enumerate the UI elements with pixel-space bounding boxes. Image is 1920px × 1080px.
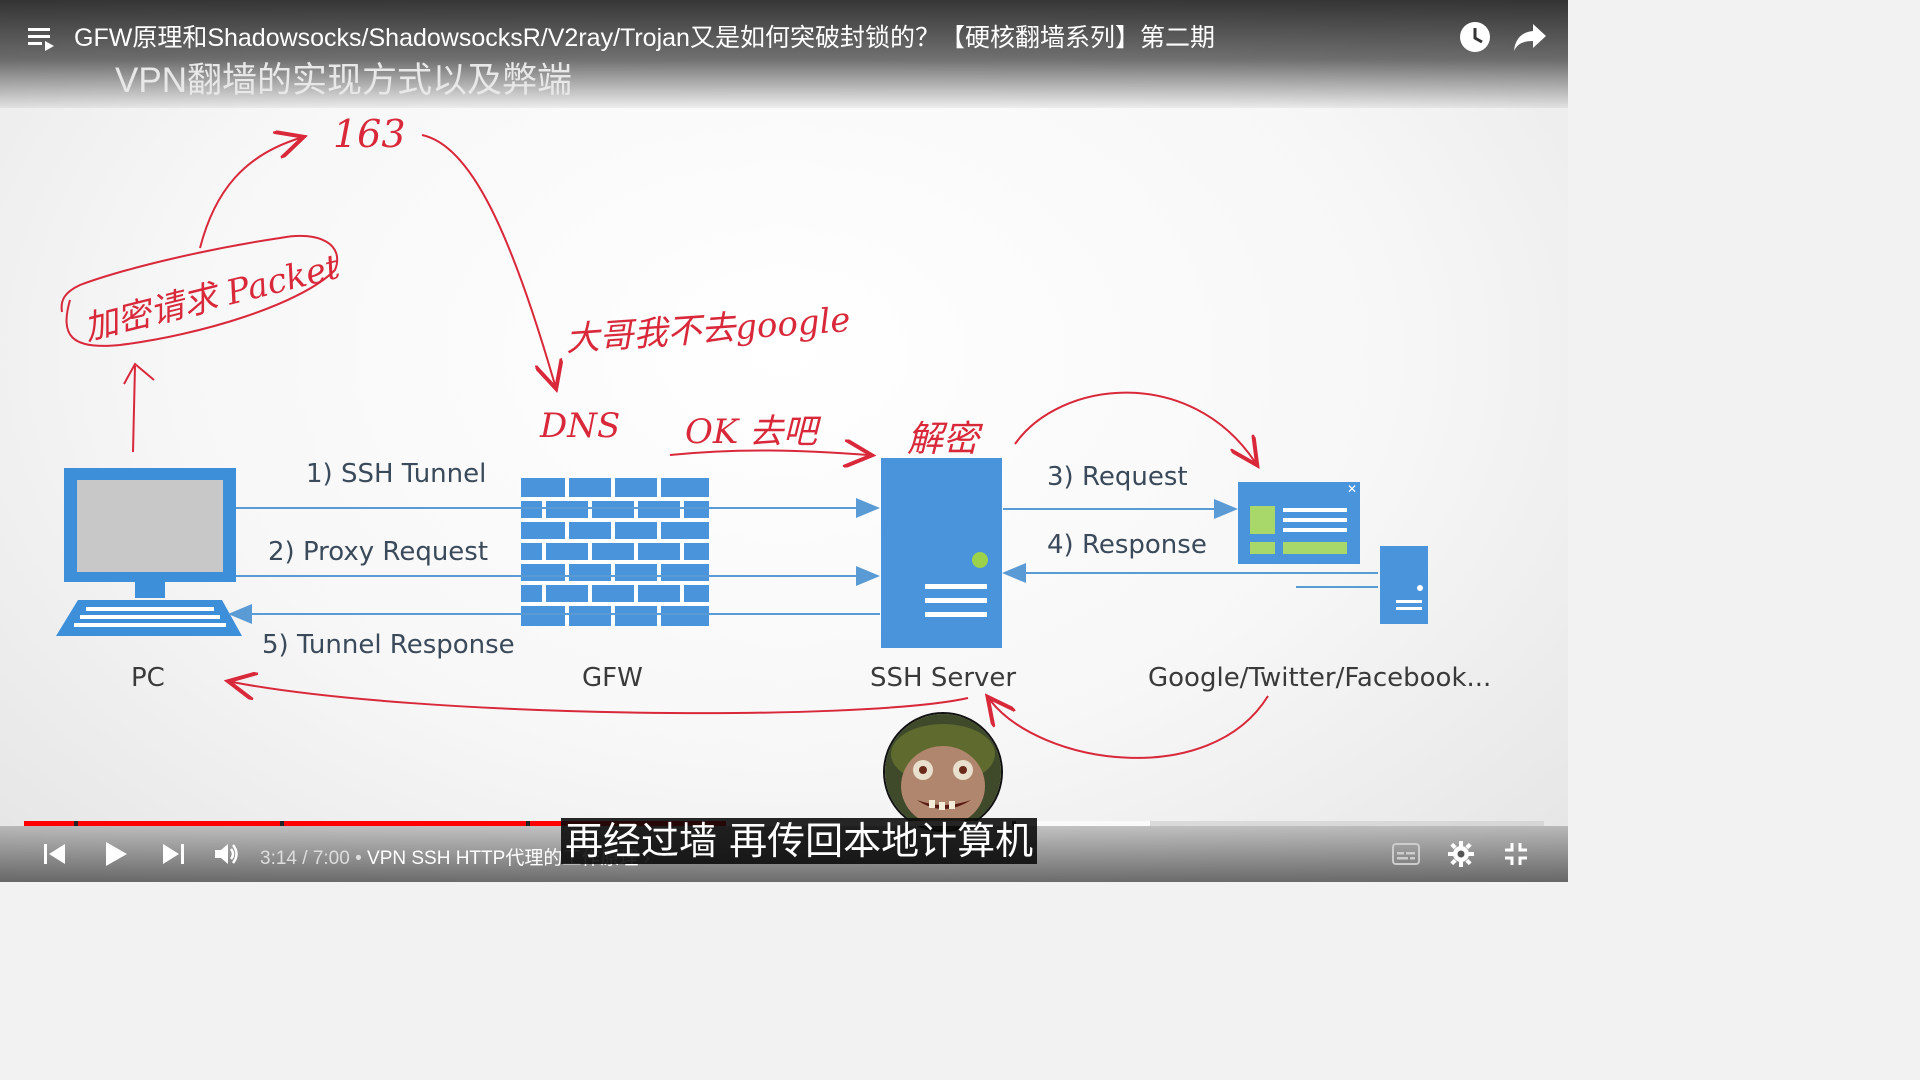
time-display: 3:14 / 7:00 <box>260 848 350 869</box>
share-icon[interactable] <box>1513 22 1547 56</box>
gfw-label: GFW <box>582 663 643 693</box>
proxy-request-label: 2) Proxy Request <box>268 537 489 567</box>
slide-title: VPN翻墙的实现方式以及弊端 <box>115 61 572 100</box>
playlist-icon[interactable] <box>28 26 56 56</box>
next-icon[interactable] <box>162 843 184 869</box>
response-label: 4) Response <box>1047 530 1207 560</box>
annotation-dns: DNS <box>540 406 621 446</box>
svg-text:✕: ✕ <box>1347 482 1357 496</box>
ssh-server-label: SSH Server <box>870 663 1017 693</box>
previous-icon[interactable] <box>44 843 66 869</box>
site-server-icon <box>1380 546 1428 624</box>
tunnel-response-label: 5) Tunnel Response <box>262 630 515 660</box>
presenter-avatar <box>883 712 1003 832</box>
pc-label: PC <box>131 663 165 693</box>
annotation-163: 163 <box>333 112 406 156</box>
sites-label: Google/Twitter/Facebook... <box>1148 663 1492 693</box>
annotation-ok-go: OK 去吧 <box>685 412 818 452</box>
play-icon[interactable] <box>104 841 128 871</box>
pc-icon <box>56 468 242 636</box>
website-icon: ✕ <box>1238 482 1360 564</box>
subtitles-icon[interactable] <box>1392 843 1420 869</box>
handwritten-annotations <box>60 135 1269 759</box>
request-label: 3) Request <box>1047 462 1188 492</box>
annotation-decrypt: 解密 <box>907 419 980 460</box>
subtitle-caption: 再经过墙 再传回本地计算机 <box>561 818 1038 864</box>
watch-later-icon[interactable] <box>1458 20 1492 58</box>
exit-fullscreen-icon[interactable] <box>1504 842 1528 870</box>
server-icon <box>881 458 1002 648</box>
separator: • <box>355 848 362 869</box>
ssh-tunnel-label: 1) SSH Tunnel <box>306 459 487 489</box>
firewall-icon <box>521 478 709 626</box>
settings-gear-icon[interactable] <box>1448 841 1474 871</box>
video-frame[interactable]: ✕ PC GFW SSH Server Google/Twitter/Faceb… <box>0 0 1568 882</box>
volume-icon[interactable] <box>214 842 240 870</box>
video-title[interactable]: GFW原理和Shadowsocks/ShadowsocksR/V2ray/Tro… <box>74 18 1215 54</box>
